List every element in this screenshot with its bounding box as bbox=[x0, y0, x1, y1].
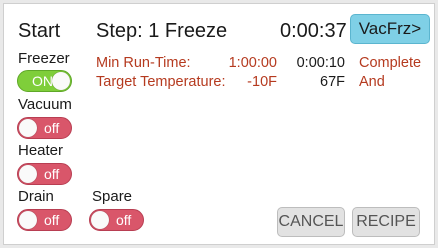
toggle-knob bbox=[91, 211, 109, 229]
recipe-button[interactable]: RECIPE bbox=[352, 207, 420, 237]
drain-label: Drain bbox=[18, 188, 54, 205]
target-temperature-target: -10F bbox=[247, 74, 277, 90]
vacuum-label: Vacuum bbox=[18, 96, 72, 113]
toggle-knob bbox=[52, 72, 70, 90]
process-state-label: Start bbox=[18, 20, 61, 42]
target-temperature-label: Target Temperature: bbox=[96, 74, 226, 90]
spare-toggle[interactable]: off bbox=[89, 209, 144, 231]
drain-toggle[interactable]: off bbox=[17, 209, 72, 231]
target-temperature-status: And bbox=[359, 74, 385, 90]
elapsed-time: 0:00:37 bbox=[280, 20, 347, 42]
target-temperature-current: 67F bbox=[320, 74, 345, 90]
freezer-label: Freezer bbox=[18, 50, 70, 67]
cancel-button[interactable]: CANCEL bbox=[277, 207, 345, 237]
heater-toggle[interactable]: off bbox=[17, 163, 72, 185]
toggle-knob bbox=[19, 211, 37, 229]
min-runtime-status: Complete bbox=[359, 55, 422, 71]
toggle-knob bbox=[19, 119, 37, 137]
min-runtime-target: 1:00:00 bbox=[228, 55, 277, 71]
spare-label: Spare bbox=[92, 188, 133, 205]
vacuum-toggle[interactable]: off bbox=[17, 117, 72, 139]
freeze-dryer-screen: Start Step: 1 Freeze 0:00:37 VacFrz> Min… bbox=[3, 3, 435, 245]
drain-toggle-state: off bbox=[44, 212, 60, 228]
next-step-button[interactable]: VacFrz> bbox=[350, 14, 430, 44]
freezer-toggle[interactable]: ON bbox=[17, 70, 72, 92]
vacuum-toggle-state: off bbox=[44, 120, 60, 136]
toggle-knob bbox=[19, 165, 37, 183]
min-runtime-current: 0:00:10 bbox=[296, 55, 345, 71]
min-runtime-label: Min Run-Time: bbox=[96, 55, 191, 71]
heater-toggle-state: off bbox=[44, 166, 60, 182]
freezer-toggle-state: ON bbox=[32, 73, 53, 89]
spare-toggle-state: off bbox=[116, 212, 132, 228]
step-title: Step: 1 Freeze bbox=[96, 20, 228, 42]
heater-label: Heater bbox=[18, 142, 64, 159]
